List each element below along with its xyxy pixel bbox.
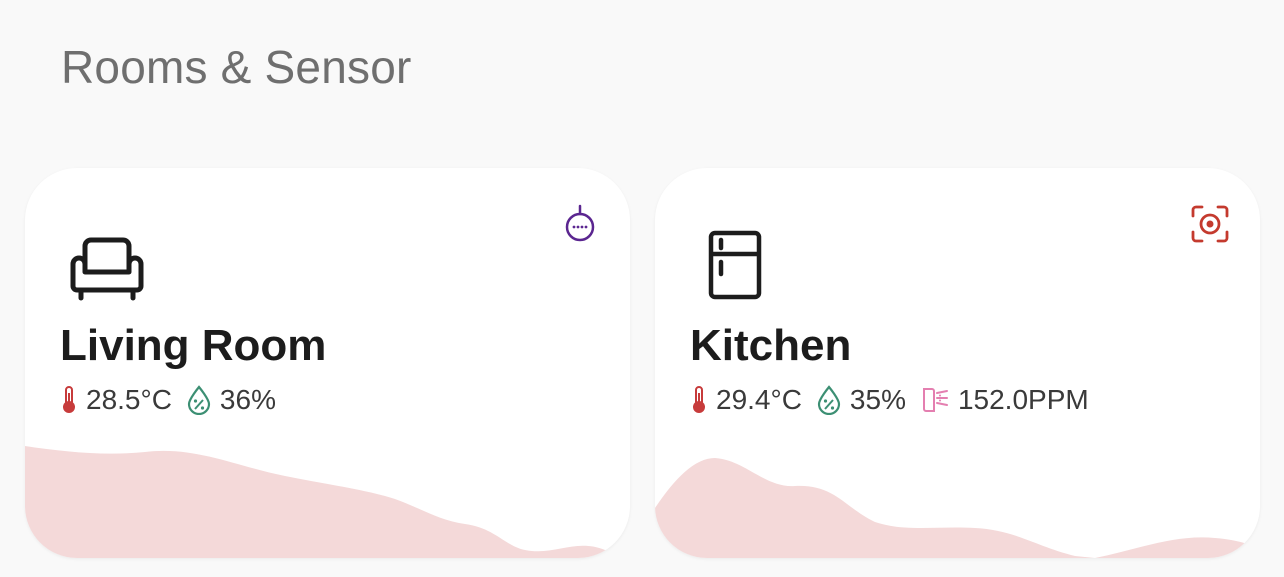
room-card-kitchen[interactable]: Kitchen 29.4°C 35% 152.0PPM xyxy=(655,168,1260,558)
air-quality-reading: 152.0PPM xyxy=(920,384,1089,416)
humidity-value: 36% xyxy=(219,384,276,415)
section-title: Rooms & Sensor xyxy=(61,41,412,93)
humidity-drop-icon xyxy=(187,385,211,415)
humidity-reading: 36% xyxy=(186,384,276,416)
fridge-icon xyxy=(708,230,762,300)
humidity-value: 35% xyxy=(849,384,906,415)
room-name: Kitchen xyxy=(690,321,852,370)
thermometer-icon xyxy=(693,386,705,413)
wave-graphic xyxy=(655,458,1260,558)
wave-graphic xyxy=(25,446,630,558)
humidity-drop-icon xyxy=(817,385,841,415)
sensor-readings: 28.5°C 36% xyxy=(60,384,290,416)
air-quality-value: 152.0PPM xyxy=(957,384,1089,415)
sofa-icon xyxy=(70,237,144,301)
air-quality-icon xyxy=(922,388,948,412)
temperature-value: 28.5°C xyxy=(86,384,172,415)
thermometer-icon xyxy=(63,386,75,413)
sensor-readings: 29.4°C 35% 152.0PPM xyxy=(690,384,1103,416)
temperature-value: 29.4°C xyxy=(716,384,802,415)
motion-detect-icon[interactable] xyxy=(1190,204,1230,244)
room-card-living-room[interactable]: Living Room 28.5°C 36% xyxy=(25,168,630,558)
presence-sensor-icon[interactable] xyxy=(560,204,600,244)
humidity-reading: 35% xyxy=(816,384,906,416)
temperature-reading: 29.4°C xyxy=(690,384,802,416)
temperature-reading: 28.5°C xyxy=(60,384,172,416)
room-name: Living Room xyxy=(60,321,327,370)
